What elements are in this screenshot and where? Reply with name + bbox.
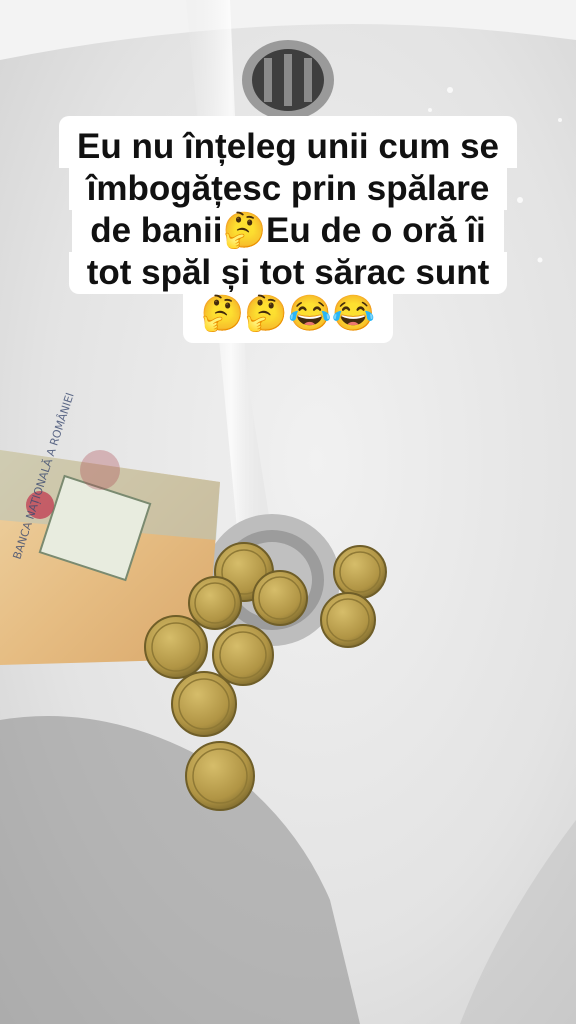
overflow-drain [242,40,334,120]
coin [171,671,237,737]
coin [185,741,255,811]
caption-overlay: Eu nu înțeleg unii cum se îmbogățesc pri… [0,116,576,343]
caption-line: îmbogățesc prin spălare [68,168,508,210]
caption-line: Eu nu înțeleg unii cum se [59,116,517,168]
coin [144,615,208,679]
coin [320,592,376,648]
caption-line: tot spăl și tot sărac sunt [68,252,508,294]
coin [212,624,274,686]
coin [188,576,242,630]
caption-emojis: 🤔🤔😂😂 [182,293,394,343]
caption-line: de banii🤔Eu de o oră îi [72,210,504,252]
coin [333,545,387,599]
coin [252,570,308,626]
